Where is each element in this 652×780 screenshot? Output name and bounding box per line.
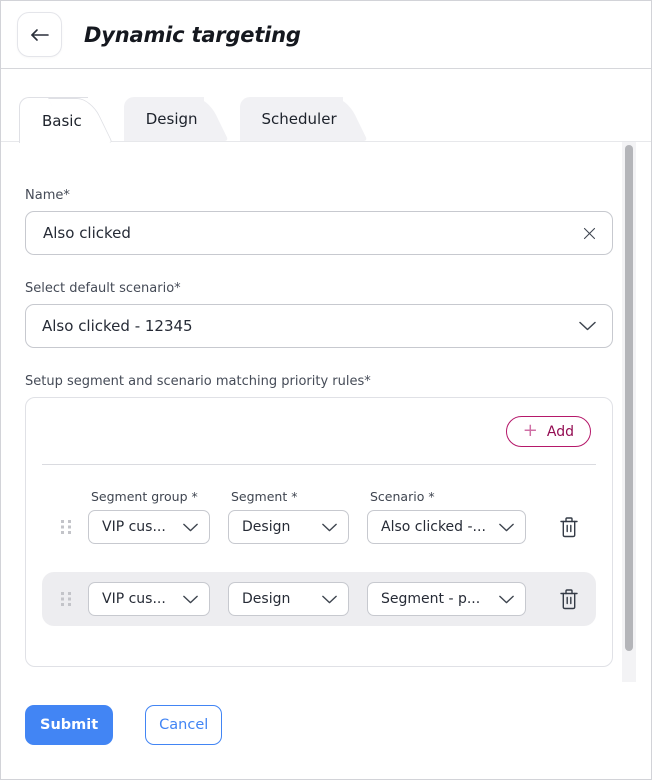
rule-column-headers: Segment group * Segment * Scenario * <box>42 489 596 504</box>
back-button[interactable] <box>17 12 62 57</box>
segment-select[interactable]: Design <box>228 582 349 616</box>
tab-basic[interactable]: Basic <box>19 97 88 143</box>
trash-icon <box>560 517 578 538</box>
footer: Submit Cancel <box>1 705 651 745</box>
name-label: Name* <box>25 188 611 203</box>
close-icon <box>583 227 596 240</box>
chevron-down-icon <box>499 595 514 604</box>
submit-button[interactable]: Submit <box>25 705 113 745</box>
add-row: + Add <box>42 416 596 447</box>
segment-value: Design <box>242 591 290 607</box>
clear-name-button[interactable] <box>580 224 598 242</box>
segment-value: Design <box>242 519 290 535</box>
rules-panel: + Add Segment group * Segment * Scenario… <box>25 397 613 667</box>
header: Dynamic targeting <box>1 1 651 69</box>
column-spacer <box>42 489 88 504</box>
name-input[interactable] <box>26 224 612 242</box>
scenario-select[interactable]: Also clicked -... <box>367 510 526 544</box>
drag-handle-icon[interactable] <box>60 520 72 534</box>
cancel-button[interactable]: Cancel <box>145 705 222 745</box>
chevron-down-icon <box>183 595 198 604</box>
tab-bar: Basic Design Scheduler <box>1 97 651 141</box>
delete-rule-button[interactable] <box>558 587 580 611</box>
chevron-down-icon <box>322 595 337 604</box>
scrollbar[interactable] <box>622 142 636 682</box>
segment-select[interactable]: Design <box>228 510 349 544</box>
tab-design-label: Design <box>146 110 198 128</box>
tab-scheduler-label: Scheduler <box>262 110 337 128</box>
default-scenario-label: Select default scenario* <box>25 281 611 296</box>
segment-group-value: VIP cus... <box>102 591 166 607</box>
rule-row-2: VIP cus... Design Segment - p... <box>42 582 596 616</box>
plus-icon: + <box>523 422 538 440</box>
chevron-down-icon <box>499 523 514 532</box>
default-scenario-value: Also clicked - 12345 <box>42 317 193 335</box>
add-rule-button[interactable]: + Add <box>506 416 591 447</box>
rules-label: Setup segment and scenario matching prio… <box>25 374 611 389</box>
segment-group-select[interactable]: VIP cus... <box>88 510 210 544</box>
rule-row-1: VIP cus... Design Also clicked -... <box>42 510 596 544</box>
segment-group-select[interactable]: VIP cus... <box>88 582 210 616</box>
chevron-down-icon <box>322 523 337 532</box>
trash-icon <box>560 589 578 610</box>
scenario-select[interactable]: Segment - p... <box>367 582 526 616</box>
add-rule-label: Add <box>547 424 574 440</box>
name-field <box>25 211 613 255</box>
tab-scheduler[interactable]: Scheduler <box>240 97 343 141</box>
segment-group-value: VIP cus... <box>102 519 166 535</box>
default-scenario-select[interactable]: Also clicked - 12345 <box>25 304 613 348</box>
chevron-down-icon <box>183 523 198 532</box>
scenario-column-label: Scenario * <box>367 489 526 504</box>
scenario-value: Segment - p... <box>381 591 480 607</box>
tab-design[interactable]: Design <box>124 97 204 141</box>
segment-column-label: Segment * <box>228 489 367 504</box>
back-arrow-icon <box>30 28 50 42</box>
rule-row-2-highlight: VIP cus... Design Segment - p... <box>42 572 596 626</box>
page-title: Dynamic targeting <box>84 23 301 47</box>
divider <box>42 464 596 465</box>
tab-basic-label: Basic <box>42 112 82 130</box>
drag-handle-icon[interactable] <box>60 592 72 606</box>
tab-content-basic: Name* Select default scenario* Also clic… <box>1 141 651 681</box>
delete-rule-button[interactable] <box>558 515 580 539</box>
chevron-down-icon <box>579 321 596 331</box>
scrollbar-thumb[interactable] <box>625 145 633 651</box>
segment-group-column-label: Segment group * <box>88 489 228 504</box>
scenario-value: Also clicked -... <box>381 519 486 535</box>
